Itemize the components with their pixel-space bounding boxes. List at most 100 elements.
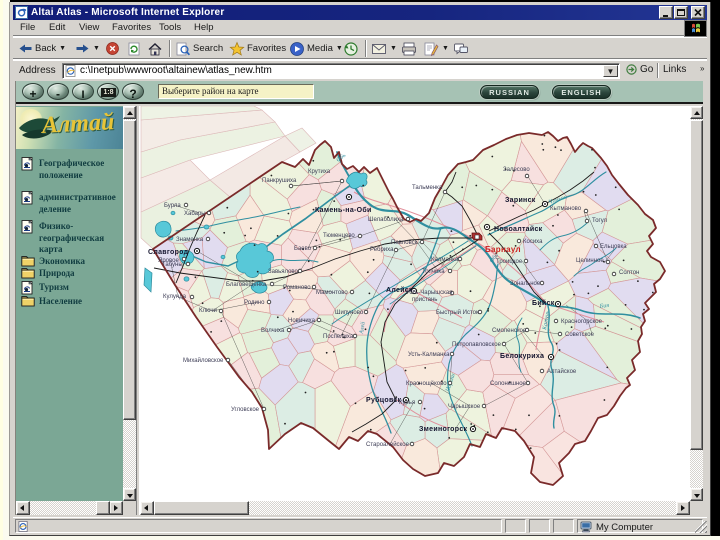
forward-button[interactable]: ▼ <box>75 39 100 58</box>
map-label-Тогул[interactable]: Тогул <box>592 218 608 224</box>
links-button[interactable]: Links <box>663 64 686 75</box>
map-label-Родино[interactable]: Родино <box>244 300 265 306</box>
sidebar-item-1[interactable]: Географическое положение <box>19 157 121 183</box>
map-label-Смоленское[interactable]: Смоленское <box>492 328 527 334</box>
stop-button[interactable] <box>105 39 120 58</box>
map-label-Змеиногорск[interactable]: Змеиногорск <box>419 426 468 433</box>
map-label-Красногорское[interactable]: Красногорское <box>561 319 603 325</box>
map-label-Кулунда[interactable]: Кулунда <box>163 294 187 300</box>
map-label-Косиха[interactable]: Косиха <box>523 239 543 245</box>
map-label-Кытманово[interactable]: Кытманово <box>550 206 582 212</box>
map-label-Петропавловское[interactable]: Петропавловское <box>452 342 502 348</box>
map-label-Шелаболиха[interactable]: Шелаболиха <box>368 217 404 223</box>
map-label-Бурла[interactable]: Бурла <box>164 203 181 209</box>
map-label-Тюменцево[interactable]: Тюменцево <box>323 233 355 239</box>
map-label-Целинное[interactable]: Целинное <box>576 258 604 264</box>
map-label-Залесово[interactable]: Залесово <box>503 167 530 173</box>
map-label-Зональное[interactable]: Зональное <box>510 281 541 287</box>
sidebar-item-5[interactable]: Природа <box>19 267 121 281</box>
map-label-Солонешное[interactable]: Солонешное <box>490 381 527 387</box>
english-language-button[interactable]: ENGLISH <box>552 85 611 99</box>
address-input[interactable]: c:\Inetpub\wwwroot\altainew\atlas_new.ht… <box>62 63 620 79</box>
map-label-Яровое[interactable]: Яровое <box>158 258 179 264</box>
map-vscroll-up-button[interactable] <box>690 106 703 119</box>
map-label-Ключи[interactable]: Ключи <box>199 308 217 314</box>
district-search-input[interactable]: Выберите район на карте <box>158 84 314 99</box>
sidebar-item-2[interactable]: административное деление <box>19 191 121 217</box>
sidebar-hscroll-left-button[interactable] <box>16 501 30 515</box>
altai-region-map[interactable]: ОбьОбьЧумышАлейЧарышКатуньБияСлавгородКа… <box>140 106 690 501</box>
menu-view[interactable]: View <box>79 22 99 33</box>
map-hscroll-thumb[interactable] <box>154 501 249 515</box>
map-label-Крутиха[interactable]: Крутиха <box>308 169 331 175</box>
map-label-Завьялово[interactable]: Завьялово <box>268 269 299 275</box>
media-button[interactable]: Media ▼ <box>289 39 343 58</box>
sidebar-item-3[interactable]: Физико-географическая карта <box>19 220 121 258</box>
sidebar-item-7[interactable]: Население <box>19 295 121 309</box>
map-label-Угловское[interactable]: Угловское <box>231 407 260 413</box>
go-button[interactable]: Go <box>626 64 653 75</box>
map-label-Алтайское[interactable]: Алтайское <box>547 368 577 375</box>
map-label-Знаменка[interactable]: Знаменка <box>176 237 204 243</box>
map-label-Ребриха[interactable]: Ребриха <box>370 247 394 253</box>
map-label-Советское[interactable]: Советское <box>565 332 595 338</box>
map-hscroll-right-button[interactable] <box>676 501 690 515</box>
map-label-Шипуново[interactable]: Шипуново <box>335 310 364 316</box>
history-button[interactable] <box>343 39 359 58</box>
sidebar-hscroll-right-button[interactable] <box>109 501 123 515</box>
address-dropdown-button[interactable]: ▼ <box>603 65 618 77</box>
sidebar-vscroll-down-button[interactable] <box>123 488 136 501</box>
favorites-button[interactable]: Favorites <box>229 39 286 58</box>
home-button[interactable] <box>147 39 163 58</box>
map-label-Волчиха[interactable]: Волчиха <box>261 328 285 334</box>
sidebar-hscroll-thumb[interactable] <box>96 501 110 515</box>
title-bar[interactable]: Altai Atlas - Microsoft Internet Explore… <box>13 5 707 20</box>
map-label-Краснощёково[interactable]: Краснощёково <box>406 381 447 387</box>
scale-button[interactable]: 1:8 <box>97 83 119 100</box>
map-label-Хабары[interactable]: Хабары <box>184 211 206 217</box>
map-label-Новоалтайск[interactable]: Новоалтайск <box>494 225 543 233</box>
map-label-Белокуриха[interactable]: Белокуриха <box>500 353 544 360</box>
map-label-Панкрушиха[interactable]: Панкрушиха <box>262 178 297 184</box>
refresh-button[interactable] <box>126 39 142 58</box>
map-label-Бийск[interactable]: Бийск <box>532 299 555 307</box>
map-vertical-scrollbar[interactable] <box>690 106 703 501</box>
menu-favorites[interactable]: Favorites <box>112 22 151 33</box>
map-label-Камень-на-Оби[interactable]: Камень-на-Оби <box>315 206 372 214</box>
map-label-Тальменка[interactable]: Тальменка <box>412 185 443 191</box>
map-label-Быстрый Исток[interactable]: Быстрый Исток <box>436 309 479 316</box>
map-label-пристань[interactable]: пристань <box>412 297 437 303</box>
map-label-Михайловское[interactable]: Михайловское <box>183 357 224 364</box>
map-hscroll-left-button[interactable] <box>140 501 154 515</box>
print-button[interactable] <box>401 39 417 58</box>
map-horizontal-scrollbar[interactable] <box>140 501 690 515</box>
sidebar-vscroll-thumb[interactable] <box>123 120 136 420</box>
map-label-Заринск[interactable]: Заринск <box>505 197 536 204</box>
map-label-Новичиха[interactable]: Новичиха <box>288 318 316 324</box>
map-label-Чарышское[interactable]: Чарышское <box>448 404 481 410</box>
map-label-Благовещенка[interactable]: Благовещенка <box>226 282 267 288</box>
map-label-Солтон[interactable]: Солтон <box>619 270 639 276</box>
zoom-out-button[interactable]: - <box>47 83 69 101</box>
mail-button[interactable]: ▼ <box>371 39 397 58</box>
sidebar-vertical-scrollbar[interactable] <box>123 106 136 501</box>
map-label-Барнаул[interactable]: Барнаул <box>485 245 521 254</box>
sidebar-vscroll-up-button[interactable] <box>123 106 136 119</box>
map-label-Рубцовск[interactable]: Рубцовск <box>366 396 402 404</box>
sidebar-horizontal-scrollbar[interactable] <box>16 501 123 515</box>
map-label-Калманка[interactable]: Калманка <box>431 257 459 263</box>
map-vscroll-thumb[interactable] <box>690 120 703 450</box>
map-label-Романово[interactable]: Романово <box>283 285 311 291</box>
menu-help[interactable]: Help <box>194 22 214 33</box>
minimize-button[interactable] <box>659 6 673 19</box>
maximize-button[interactable] <box>674 6 688 19</box>
menu-file[interactable]: File <box>20 22 35 33</box>
map-label-Усть-Калманка[interactable]: Усть-Калманка <box>408 352 450 358</box>
russian-language-button[interactable]: RUSSIAN <box>480 85 539 99</box>
map-label-Курья[interactable]: Курья <box>399 400 415 406</box>
map-label-Троицкое[interactable]: Троицкое <box>496 259 523 265</box>
resize-grip[interactable] <box>695 521 707 533</box>
map-label-Ельцовка[interactable]: Ельцовка <box>600 244 627 250</box>
map-label-Павловск[interactable]: Павловск <box>391 240 418 246</box>
edit-button[interactable]: ▼ <box>423 39 449 58</box>
